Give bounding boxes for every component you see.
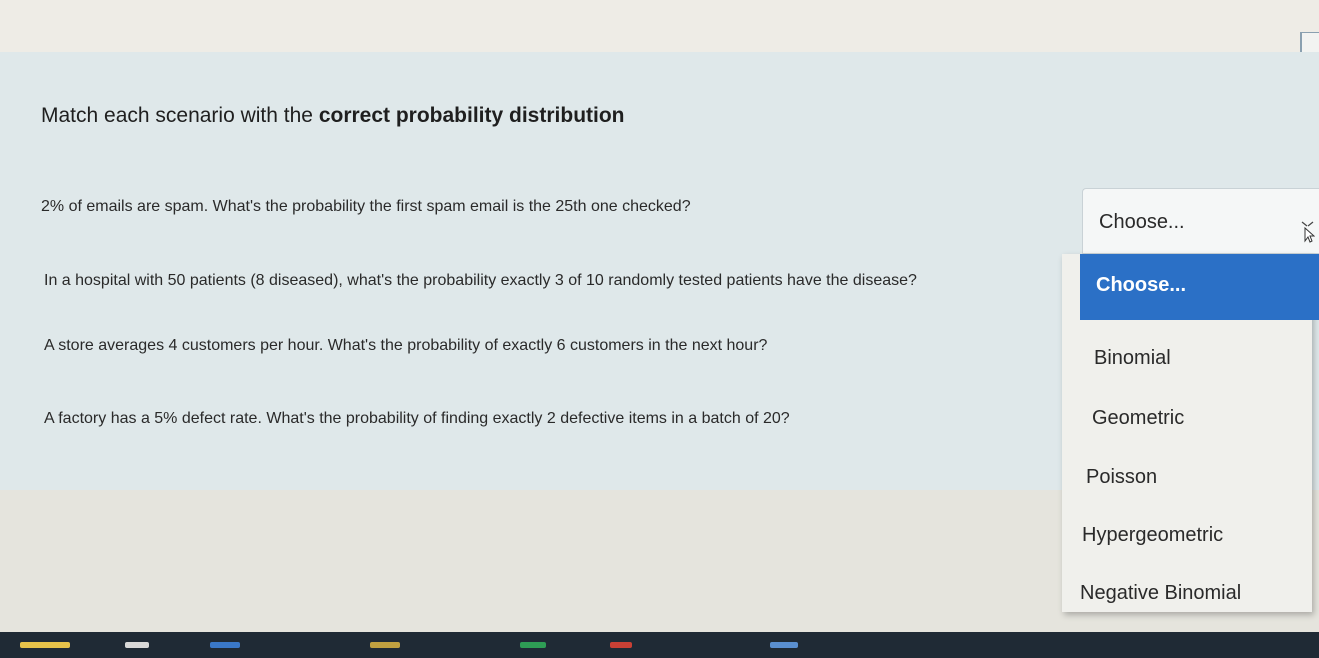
- mouse-pointer-icon: [1301, 221, 1315, 243]
- top-strip: [0, 0, 1319, 52]
- taskbar-icon: [520, 642, 546, 648]
- taskbar-icon: [125, 642, 149, 648]
- question-heading: Match each scenario with the correct pro…: [41, 104, 625, 128]
- distribution-dropdown[interactable]: Choose... Binomial Geometric Poisson Hyp…: [1062, 254, 1319, 612]
- dropdown-option-choose[interactable]: Choose...: [1080, 254, 1319, 320]
- dropdown-option-geometric[interactable]: Geometric: [1062, 389, 1312, 449]
- scenario-3: A store averages 4 customers per hour. W…: [44, 337, 768, 354]
- dropdown-option-poisson[interactable]: Poisson: [1062, 448, 1312, 508]
- select-current-value: Choose...: [1099, 211, 1185, 233]
- heading-bold: correct probability distribution: [318, 104, 625, 127]
- heading-prefix: Match each scenario with the: [41, 104, 319, 127]
- scenario-1: 2% of emails are spam. What's the probab…: [41, 198, 691, 215]
- taskbar-icon: [770, 642, 798, 648]
- taskbar-icon: [610, 642, 632, 648]
- dropdown-option-negative-binomial[interactable]: Negative Binomial: [1062, 564, 1312, 624]
- taskbar: [0, 632, 1319, 658]
- taskbar-icon: [370, 642, 400, 648]
- dropdown-option-hypergeometric[interactable]: Hypergeometric: [1062, 506, 1312, 566]
- scenario-4: A factory has a 5% defect rate. What's t…: [44, 410, 790, 427]
- answer-select-1[interactable]: Choose...: [1082, 188, 1319, 254]
- scenario-2: In a hospital with 50 patients (8 diseas…: [44, 272, 917, 289]
- dropdown-option-binomial[interactable]: Binomial: [1062, 329, 1312, 389]
- taskbar-icon: [210, 642, 240, 648]
- taskbar-icon: [20, 642, 70, 648]
